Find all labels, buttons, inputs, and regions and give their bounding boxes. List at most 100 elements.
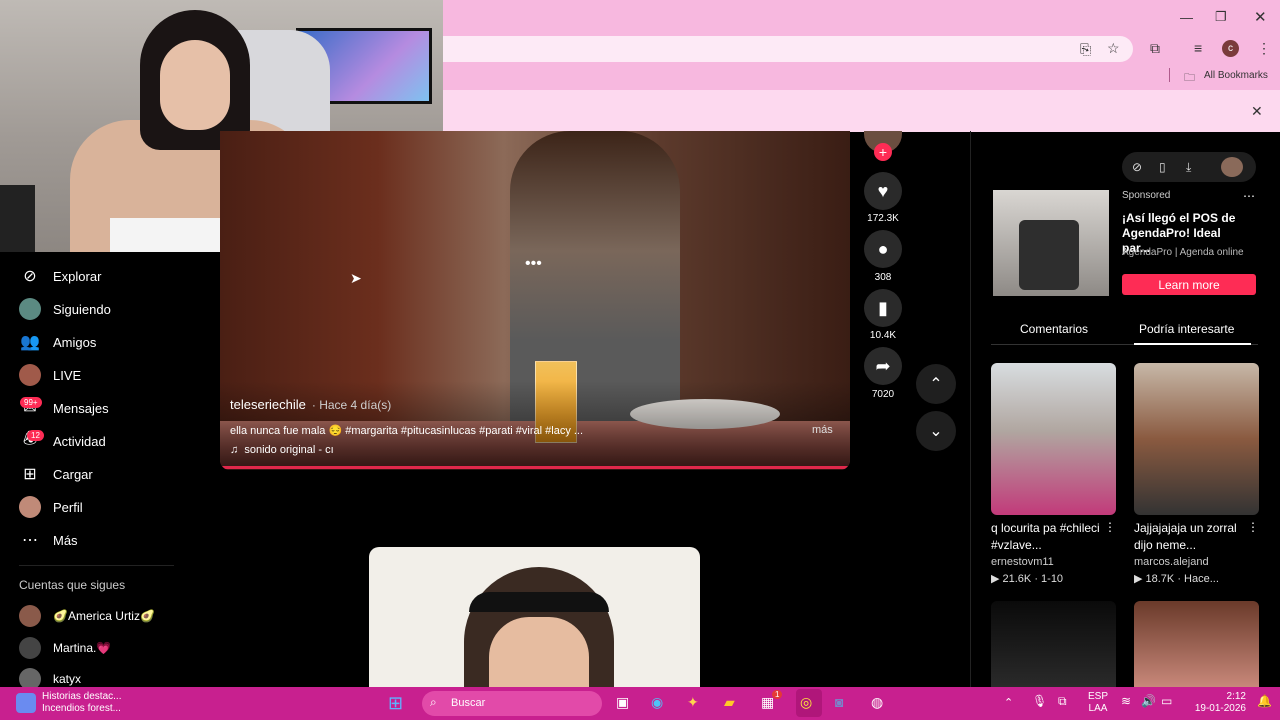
device-icon[interactable]: ⧉: [1058, 694, 1067, 709]
keyboard-layout: LAA: [1088, 703, 1108, 714]
bookmarks-divider: [1169, 68, 1170, 82]
discord-icon[interactable]: ◙: [835, 694, 843, 710]
sidebar-item-perfil[interactable]: Perfil: [19, 495, 83, 519]
download-icon[interactable]: ⤓: [1186, 160, 1191, 175]
following-account[interactable]: Martina.💗: [19, 637, 111, 659]
microphone-icon[interactable]: 🎙: [1032, 694, 1047, 708]
volume-icon[interactable]: 🔊: [1141, 694, 1156, 708]
like-count: 172.3K: [867, 213, 899, 224]
sidebar-item-amigos[interactable]: 👥 Amigos: [19, 330, 96, 354]
chevron-up-icon[interactable]: ⌃: [1004, 696, 1013, 709]
sidebar-item-label: Explorar: [53, 268, 102, 284]
windows-start-icon[interactable]: ⊞: [388, 693, 403, 714]
ad-menu-icon[interactable]: ⋯: [1243, 189, 1255, 203]
address-bar[interactable]: [443, 36, 1133, 62]
video-sound[interactable]: ♫ sonido original - cı: [230, 444, 334, 456]
taskbar-search[interactable]: [422, 691, 602, 716]
next-video-button[interactable]: ⌄: [916, 411, 956, 451]
sidebar-item-label: Siguiendo: [53, 301, 111, 317]
messages-badge: 99+: [20, 397, 42, 408]
learn-more-button[interactable]: Learn more: [1122, 274, 1256, 295]
save-button[interactable]: ▮: [864, 289, 902, 327]
video-menu-icon[interactable]: ⋮: [1247, 520, 1259, 534]
copilot-icon[interactable]: ✦: [687, 694, 699, 711]
video-progress-bar[interactable]: [220, 466, 850, 469]
video-menu-icon[interactable]: ⋮: [1104, 520, 1116, 534]
tab-comentarios[interactable]: Comentarios: [1020, 322, 1088, 336]
language-code: ESP: [1088, 691, 1109, 702]
pos-device-image: [1019, 220, 1079, 290]
phone-icon[interactable]: ▯: [1159, 160, 1166, 174]
minimize-icon[interactable]: —: [1180, 10, 1193, 25]
recommended-video-title[interactable]: Jajjajajaja un zorral dijo neme...: [1134, 520, 1244, 554]
news-widget[interactable]: Historias destac... Incendios forest...: [42, 691, 121, 715]
ad-thumbnail[interactable]: [993, 190, 1109, 296]
video-options-icon[interactable]: •••: [525, 255, 542, 273]
follow-plus-icon[interactable]: +: [874, 143, 892, 161]
infobar-close-icon[interactable]: ✕: [1251, 103, 1263, 120]
notification-icon[interactable]: 🔔: [1257, 694, 1272, 708]
share-button[interactable]: ➦: [864, 347, 902, 385]
recommended-video-title[interactable]: q locurita pa #chileci #vzlave...: [991, 520, 1101, 554]
following-account[interactable]: 🥑America Urtiz🥑: [19, 605, 155, 627]
folder-icon: 🗀: [1184, 72, 1195, 84]
file-explorer-icon[interactable]: ▰: [724, 694, 735, 711]
browser-titlebar: [443, 0, 1280, 34]
recommended-video-author[interactable]: marcos.alejand: [1134, 556, 1209, 568]
battery-icon[interactable]: ▭: [1161, 694, 1172, 708]
following-name: katyx: [53, 672, 82, 686]
avatar[interactable]: [1221, 157, 1243, 177]
sidebar-item-live[interactable]: LIVE: [19, 363, 81, 387]
author-name[interactable]: teleseriechile: [230, 397, 306, 412]
recommended-video-meta: ▶ 18.7K · Hace...: [1134, 573, 1219, 585]
tab-podria-interesarte[interactable]: Podría interesarte: [1139, 322, 1234, 336]
close-window-icon[interactable]: ✕: [1254, 8, 1267, 26]
video-author[interactable]: teleseriechile · Hace 4 día(s): [230, 397, 391, 412]
media-control-icon[interactable]: ≡: [1194, 40, 1202, 56]
sidebar-item-label: Perfil: [53, 499, 83, 515]
task-view-icon[interactable]: ▣: [616, 694, 629, 711]
bookmark-icon: ▮: [878, 297, 888, 318]
clock-time: 2:12: [1226, 691, 1246, 702]
comment-button[interactable]: ●: [864, 230, 902, 268]
wifi-icon[interactable]: ≋: [1121, 694, 1131, 708]
sidebar-item-explorar[interactable]: ⊘ Explorar: [19, 264, 101, 288]
compass-icon[interactable]: ⊘: [1132, 160, 1142, 174]
recommended-video-thumbnail[interactable]: [1134, 601, 1259, 687]
sidebar-divider: [19, 565, 174, 566]
obs-icon[interactable]: ◍: [871, 694, 883, 711]
next-video-preview[interactable]: [369, 547, 700, 687]
restore-icon[interactable]: ❐: [1215, 9, 1227, 25]
browser-menu-icon[interactable]: ⋮: [1257, 40, 1271, 57]
webcam-person-face: [160, 40, 230, 130]
news-widget-icon[interactable]: [16, 693, 36, 713]
bookmark-star-icon[interactable]: ☆: [1107, 40, 1120, 57]
mouse-cursor-icon: ➤: [350, 270, 362, 286]
profile-avatar[interactable]: c: [1222, 40, 1239, 57]
recommended-video-thumbnail[interactable]: [1134, 363, 1259, 515]
extensions-icon[interactable]: ⧉: [1150, 40, 1160, 57]
all-bookmarks-link[interactable]: All Bookmarks: [1204, 70, 1268, 81]
sidebar-item-label: Cargar: [53, 466, 93, 482]
save-count: 10.4K: [869, 330, 897, 341]
like-button[interactable]: ♥: [864, 172, 902, 210]
clock[interactable]: 2:12 19-01-2026: [1190, 691, 1246, 715]
edge-icon[interactable]: ◉: [651, 694, 663, 711]
recommended-video-thumbnail[interactable]: [991, 601, 1116, 687]
chrome-icon[interactable]: ◎: [800, 694, 812, 711]
more-link[interactable]: más: [812, 424, 833, 436]
sidebar-item-mas[interactable]: ⋯ Más: [19, 528, 78, 552]
previous-video-button[interactable]: ⌃: [916, 364, 956, 404]
search-icon: ⌕: [430, 695, 437, 709]
avatar: [19, 496, 41, 518]
following-name: 🥑America Urtiz🥑: [53, 609, 155, 623]
language-indicator[interactable]: ESP LAA: [1088, 691, 1108, 715]
comment-icon: ●: [877, 238, 889, 259]
music-note-icon: ♫: [230, 444, 239, 456]
recommended-video-author[interactable]: ernestovm11: [991, 556, 1054, 568]
sidebar-item-cargar[interactable]: ⊞ Cargar: [19, 462, 93, 486]
recommended-video-thumbnail[interactable]: [991, 363, 1116, 515]
video-player[interactable]: ••• teleseriechile · Hace 4 día(s) ella n…: [220, 131, 850, 470]
install-app-icon[interactable]: ⎘: [1080, 41, 1091, 58]
sidebar-item-siguiendo[interactable]: Siguiendo: [19, 297, 111, 321]
